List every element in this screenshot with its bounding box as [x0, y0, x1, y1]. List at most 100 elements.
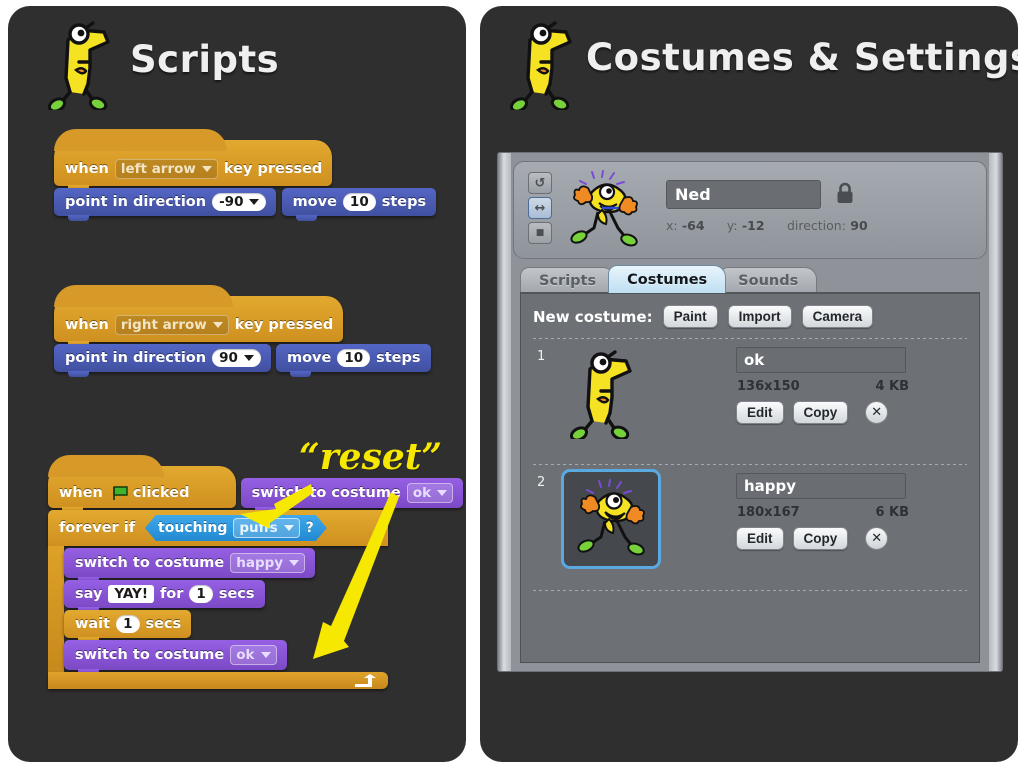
block-label-switch-to-costume: switch to costume	[75, 555, 225, 571]
tab-scripts[interactable]: Scripts	[520, 267, 616, 293]
copy-button[interactable]: Copy	[792, 527, 849, 550]
x-label: x:	[666, 218, 678, 233]
divider	[533, 590, 967, 591]
new-costume-label: New costume:	[533, 307, 653, 326]
block-label-forever-if: forever if	[59, 520, 136, 536]
forever-if-header[interactable]: forever if touching puffs ?	[48, 510, 388, 546]
costume-index: 2	[537, 475, 546, 490]
ned-happy-icon	[577, 479, 645, 556]
key-dropdown[interactable]: left arrow	[114, 159, 218, 179]
say-for-secs-block[interactable]: say YAY! for 1 secs	[64, 580, 265, 613]
say-duration-input[interactable]: 1	[189, 585, 213, 603]
chevron-down-icon	[289, 560, 300, 566]
block-label-point-in-direction: point in direction	[65, 194, 207, 210]
key-dropdown[interactable]: right arrow	[114, 315, 229, 335]
tab-costumes[interactable]: Costumes	[608, 265, 727, 293]
touching-reporter-block[interactable]: touching puffs ?	[145, 515, 327, 541]
move-steps-input[interactable]: 10	[342, 193, 376, 211]
import-button[interactable]: Import	[727, 305, 792, 328]
new-costume-row: New costume: Paint Import Camera	[521, 294, 979, 328]
block-label-move: move	[286, 350, 332, 366]
reporter-label-touching: touching	[158, 520, 228, 536]
switch-to-costume-block[interactable]: switch to costume ok	[240, 478, 464, 513]
forever-if-loop-foot	[48, 672, 388, 689]
switch-to-costume-block[interactable]: switch to costume ok	[64, 640, 287, 675]
c-block-left-arm	[48, 546, 64, 672]
script-right-arrow[interactable]: when right arrow key pressed point in di…	[54, 285, 466, 377]
loop-arrow-icon	[355, 674, 376, 687]
reporter-label-question: ?	[305, 520, 314, 536]
delete-costume-button[interactable]: ✕	[865, 401, 889, 424]
rotate-freely-button[interactable]: ↺	[528, 172, 552, 194]
paint-button[interactable]: Paint	[662, 305, 718, 328]
forever-if-block[interactable]: forever if touching puffs ? switch to co…	[48, 510, 388, 689]
costume-list-item[interactable]: 1 ok 136x150 4 KB Edit Copy ✕	[521, 339, 979, 454]
wait-secs-block[interactable]: wait 1 secs	[64, 610, 192, 643]
move-steps-block[interactable]: move 10 steps	[275, 344, 431, 377]
say-text-input[interactable]: YAY!	[108, 585, 154, 603]
chevron-down-icon	[249, 199, 260, 205]
point-in-direction-block[interactable]: point in direction 90	[54, 344, 271, 377]
wait-duration-input[interactable]: 1	[116, 615, 140, 633]
scripts-panel-header: Scripts	[8, 6, 466, 118]
when-key-pressed-hat-block[interactable]: when right arrow key pressed	[54, 285, 344, 347]
costume-dropdown[interactable]: ok	[406, 483, 454, 503]
costume-dropdown-value: ok	[236, 647, 255, 663]
switch-to-costume-block[interactable]: switch to costume happy	[64, 548, 316, 583]
point-in-direction-block[interactable]: point in direction -90	[54, 188, 277, 221]
move-steps-block[interactable]: move 10 steps	[281, 188, 437, 221]
sprite-name-field[interactable]: Ned	[666, 180, 821, 209]
square-icon: ■	[535, 228, 545, 238]
costume-metadata: 136x150 4 KB	[737, 379, 909, 394]
direction-dropdown[interactable]: -90	[212, 193, 267, 211]
block-label-key-pressed: key pressed	[234, 317, 334, 333]
when-green-flag-clicked-block[interactable]: when clicked	[48, 455, 236, 513]
edit-button[interactable]: Edit	[736, 401, 784, 424]
touching-target-dropdown[interactable]: puffs	[233, 518, 299, 538]
x-value: -64	[681, 218, 705, 233]
copy-button[interactable]: Copy	[792, 401, 849, 424]
costume-dropdown[interactable]: happy	[230, 553, 306, 573]
costume-metadata: 180x167 6 KB	[737, 505, 909, 520]
key-dropdown-value: right arrow	[120, 317, 207, 333]
costume-name-field[interactable]: ok	[736, 347, 906, 373]
move-steps-input[interactable]: 10	[337, 349, 371, 367]
costume-dropdown-value: happy	[236, 555, 284, 571]
direction-dropdown-value: 90	[219, 350, 238, 366]
block-label-point-in-direction: point in direction	[65, 350, 207, 366]
costume-list-item[interactable]: 2 happy 180x167 6 KB Edit Copy ✕	[521, 465, 979, 580]
left-right-flip-button[interactable]: ↔	[528, 197, 552, 219]
direction-label: direction:	[786, 218, 846, 233]
script-green-flag[interactable]: when clicked switch to costume ok foreve…	[48, 455, 464, 689]
block-label-secs: secs	[218, 586, 255, 602]
edit-button[interactable]: Edit	[736, 527, 784, 550]
block-label-key-pressed: key pressed	[223, 161, 323, 177]
sprite-thumbnail	[570, 170, 638, 247]
when-key-pressed-hat-block[interactable]: when left arrow key pressed	[54, 129, 333, 191]
tab-sounds[interactable]: Sounds	[719, 267, 818, 293]
lock-icon[interactable]	[836, 182, 854, 204]
delete-costume-button[interactable]: ✕	[865, 527, 889, 550]
ned-standing-icon	[569, 350, 632, 439]
right-scrollbar-rail[interactable]	[989, 153, 1002, 671]
rotate-icon: ↺	[534, 175, 546, 191]
left-scrollbar-rail[interactable]	[498, 153, 511, 671]
direction-dropdown[interactable]: 90	[212, 349, 261, 367]
costume-dropdown[interactable]: ok	[230, 645, 277, 665]
camera-button[interactable]: Camera	[801, 305, 874, 328]
costume-dropdown-value: ok	[412, 485, 432, 501]
costume-filesize: 6 KB	[875, 505, 909, 520]
block-label-when: when	[65, 317, 109, 333]
scripts-panel: Scripts when left arrow key pressed poin…	[8, 6, 466, 762]
costume-name-field[interactable]: happy	[736, 473, 906, 499]
no-rotation-button[interactable]: ■	[528, 222, 552, 244]
costume-dimensions: 180x167	[737, 505, 800, 520]
chevron-down-icon	[243, 355, 254, 361]
page-title: Costumes & Settings	[586, 36, 1018, 79]
script-left-arrow[interactable]: when left arrow key pressed point in dir…	[54, 129, 466, 221]
costume-thumbnail[interactable]	[561, 343, 661, 443]
block-label-for: for	[160, 586, 184, 602]
block-label-say: say	[75, 586, 103, 602]
costume-thumbnail[interactable]	[561, 469, 661, 569]
costume-dimensions: 136x150	[737, 379, 800, 394]
